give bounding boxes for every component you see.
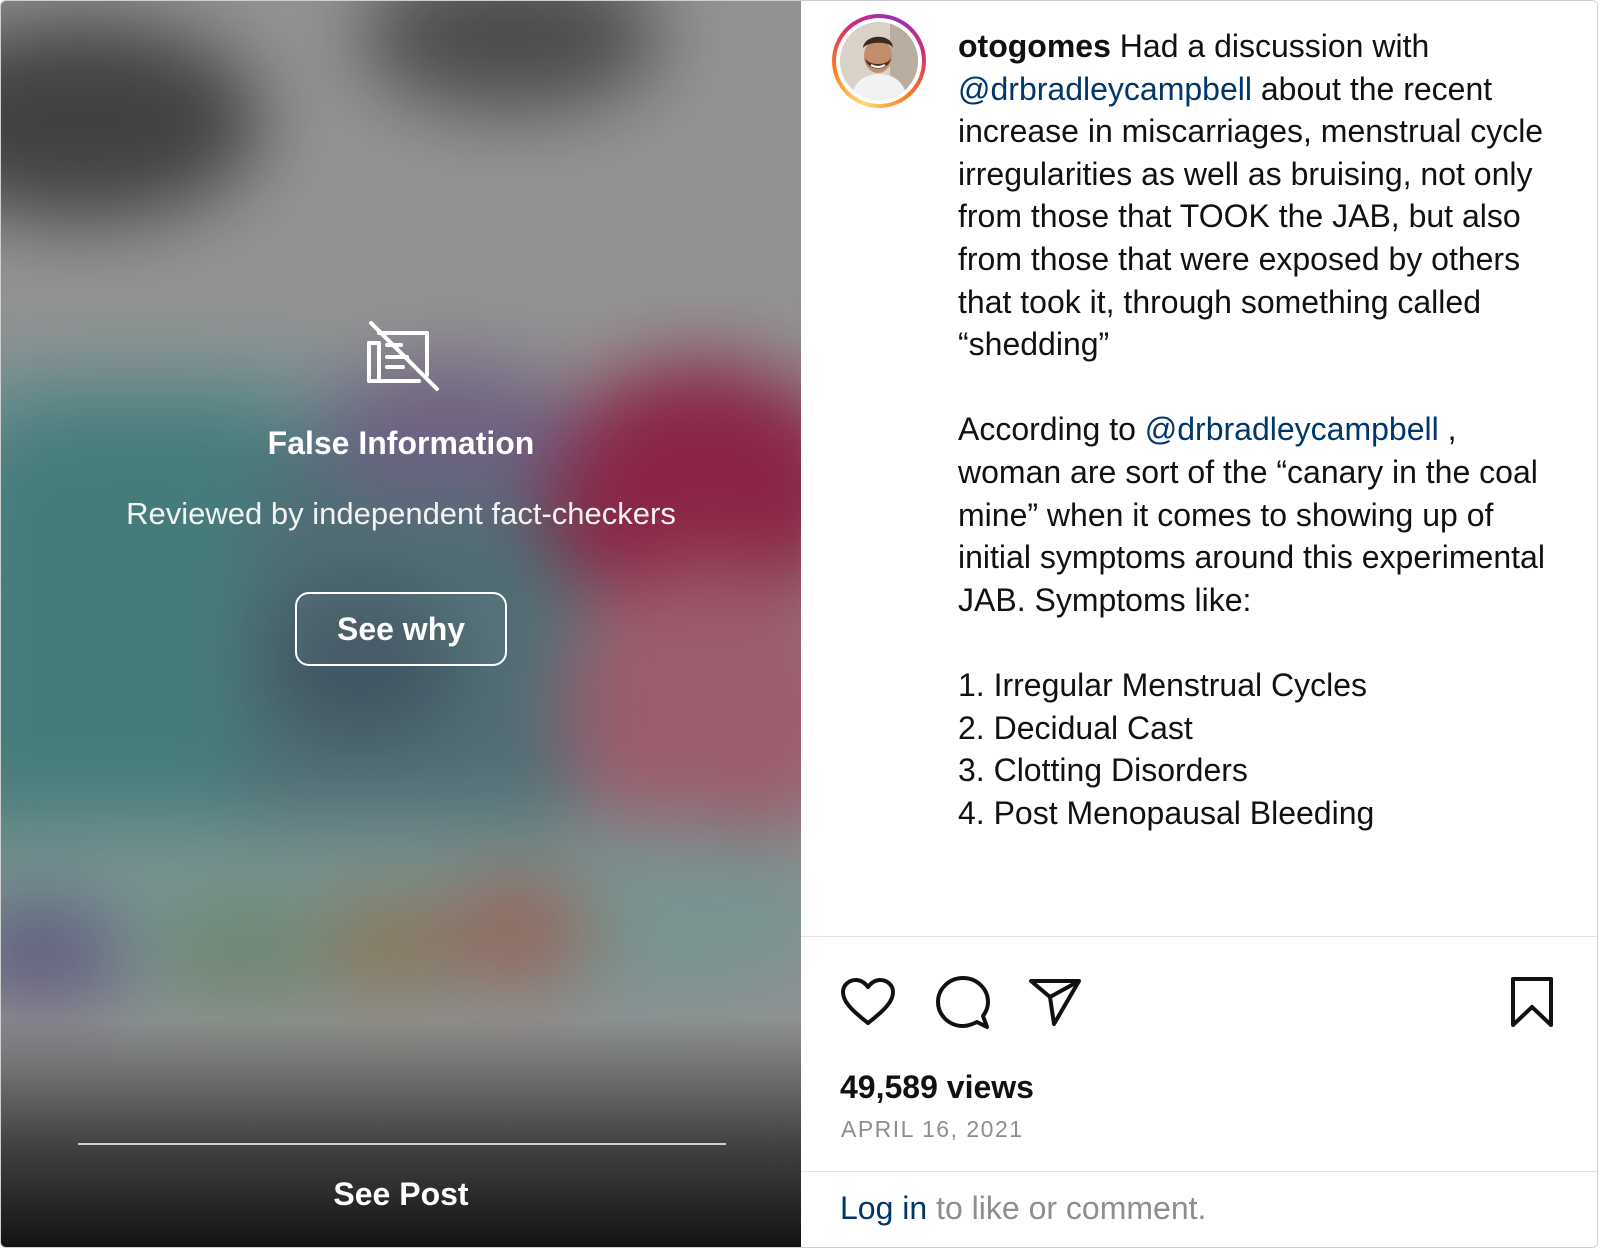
bottom-gradient [1, 1019, 801, 1247]
login-prompt: Log in to like or comment. [840, 1190, 1206, 1227]
username-link[interactable]: otogomes [958, 28, 1111, 64]
login-suffix: to like or comment. [936, 1190, 1207, 1226]
post-caption: otogomes Had a discussion with @drbradle… [958, 25, 1558, 834]
caption-intro: Had a discussion with [1119, 28, 1430, 64]
symptom-list-item: 2. Decidual Cast [958, 709, 1193, 746]
avatar-image [840, 22, 918, 100]
caption-text: about the recent increase in miscarriage… [958, 70, 1544, 363]
symptom-list-item: 3. Clotting Disorders [958, 752, 1248, 789]
footer-divider [801, 1171, 1597, 1172]
share-button[interactable] [1024, 971, 1086, 1033]
heart-icon [841, 978, 895, 1025]
share-icon [1029, 979, 1081, 1026]
instagram-post-frame: False Information Reviewed by independen… [0, 0, 1598, 1248]
save-button[interactable] [1501, 971, 1563, 1033]
like-button[interactable] [837, 971, 899, 1033]
post-details: otogomes Had a discussion with @drbradle… [801, 1, 1597, 1247]
view-count[interactable]: 49,589 views [840, 1069, 1034, 1106]
mention-link[interactable]: @drbradleycampbell [1145, 411, 1439, 447]
login-link[interactable]: Log in [840, 1190, 927, 1226]
post-date[interactable]: APRIL 16, 2021 [841, 1116, 1024, 1143]
fact-check-subtitle: Reviewed by independent fact-checkers [126, 496, 676, 531]
comment-button[interactable] [932, 971, 994, 1033]
symptom-list-item: 4. Post Menopausal Bleeding [958, 794, 1375, 831]
symptom-list-item: 1. Irregular Menstrual Cycles [958, 666, 1368, 703]
see-why-button[interactable]: See why [295, 592, 507, 666]
mention-link[interactable]: @drbradleycampbell [958, 71, 1252, 107]
comment-icon [936, 976, 990, 1029]
bookmark-icon [1511, 977, 1553, 1027]
false-information-icon [367, 321, 439, 391]
caption-p2-intro: According to [958, 411, 1136, 448]
action-bar [801, 971, 1597, 1033]
overlay-divider [78, 1143, 726, 1145]
caption-divider [801, 936, 1597, 937]
avatar[interactable] [832, 14, 926, 108]
see-post-button[interactable]: See Post [1, 1176, 801, 1213]
post-media: False Information Reviewed by independen… [1, 1, 801, 1247]
fact-check-title: False Information [267, 425, 535, 461]
